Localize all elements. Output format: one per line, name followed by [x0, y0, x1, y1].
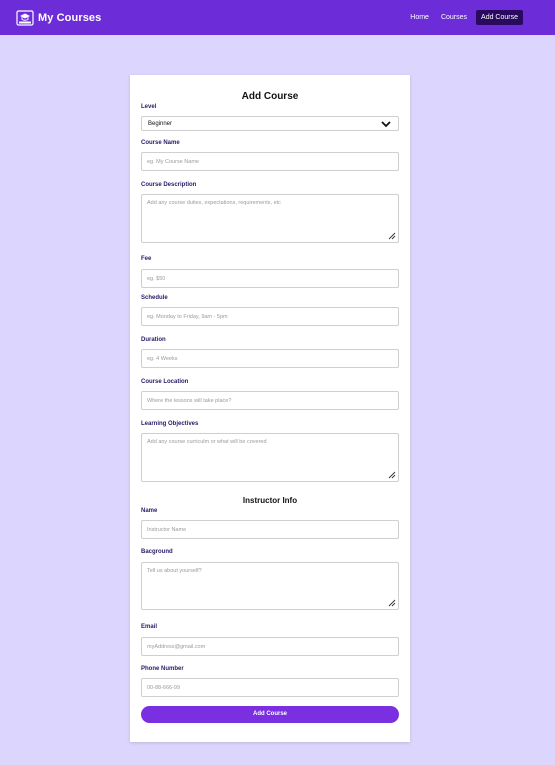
phone-number-placeholder: 00-88-666-99	[147, 685, 181, 691]
instructor-info-heading: Instructor Info	[242, 496, 298, 505]
course-logo-icon	[16, 10, 34, 26]
level-value: Beginner	[148, 121, 173, 127]
fee-placeholder: eg. $50	[147, 276, 166, 282]
course-name-input[interactable]: eg. My Course Name	[141, 152, 399, 171]
nav-link-add-course[interactable]: Add Course	[476, 10, 523, 25]
duration-input[interactable]: eg. 4 Weeks	[141, 349, 399, 368]
learning-objectives-textarea[interactable]: Add any course curriculm or what will be…	[141, 433, 399, 482]
resize-grip-icon[interactable]	[387, 598, 396, 607]
learning-objectives-label: Learning Objectives	[141, 421, 199, 427]
phone-number-input[interactable]: 00-88-666-99	[141, 678, 399, 697]
course-name-placeholder: eg. My Course Name	[147, 159, 199, 165]
brand[interactable]: My Courses	[16, 9, 101, 26]
resize-grip-icon[interactable]	[387, 470, 396, 479]
course-name-label: Course Name	[141, 140, 180, 146]
course-location-placeholder: Where the lessons will take place?	[147, 398, 232, 404]
fee-label: Fee	[141, 256, 152, 262]
nav-link-home[interactable]: Home	[410, 14, 429, 21]
duration-placeholder: eg. 4 Weeks	[147, 356, 178, 362]
schedule-label: Schedule	[141, 295, 168, 301]
chevron-down-icon	[381, 121, 391, 128]
instructor-name-label: Name	[141, 508, 158, 514]
course-description-label: Course Description	[141, 182, 197, 188]
add-course-form: Add Course Level Beginner Course Name eg…	[130, 75, 410, 742]
nav-link-courses[interactable]: Courses	[441, 14, 467, 21]
course-description-placeholder: Add any course duties, expectations, req…	[147, 200, 281, 206]
schedule-placeholder: eg. Monday to Friday, 9am - 5pm	[147, 314, 228, 320]
background-label: Bacground	[141, 549, 173, 555]
email-input[interactable]: myAddress@gmail.com	[141, 637, 399, 656]
email-label: Email	[141, 624, 158, 630]
fee-input[interactable]: eg. $50	[141, 269, 399, 288]
course-location-input[interactable]: Where the lessons will take place?	[141, 391, 399, 410]
course-description-textarea[interactable]: Add any course duties, expectations, req…	[141, 194, 399, 243]
add-course-button[interactable]: Add Course	[141, 706, 399, 723]
instructor-name-input[interactable]: Instructor Name	[141, 520, 399, 539]
resize-grip-icon[interactable]	[387, 231, 396, 240]
course-location-label: Course Location	[141, 379, 189, 385]
email-placeholder: myAddress@gmail.com	[147, 644, 206, 650]
top-navbar: My Courses Home Courses Add Course	[0, 0, 555, 35]
duration-label: Duration	[141, 337, 166, 343]
learning-objectives-placeholder: Add any course curriculm or what will be…	[147, 439, 267, 445]
phone-number-label: Phone Number	[141, 666, 184, 672]
level-label: Level	[141, 104, 157, 110]
background-textarea[interactable]: Tell us about yourself?	[141, 562, 399, 610]
background-placeholder: Tell us about yourself?	[147, 568, 202, 574]
nav-links: Home Courses Add Course	[398, 10, 523, 25]
instructor-name-placeholder: Instructor Name	[147, 527, 187, 533]
brand-title: My Courses	[38, 11, 102, 24]
form-title: Add Course	[241, 91, 299, 102]
schedule-input[interactable]: eg. Monday to Friday, 9am - 5pm	[141, 307, 399, 326]
level-select[interactable]: Beginner	[141, 116, 399, 131]
